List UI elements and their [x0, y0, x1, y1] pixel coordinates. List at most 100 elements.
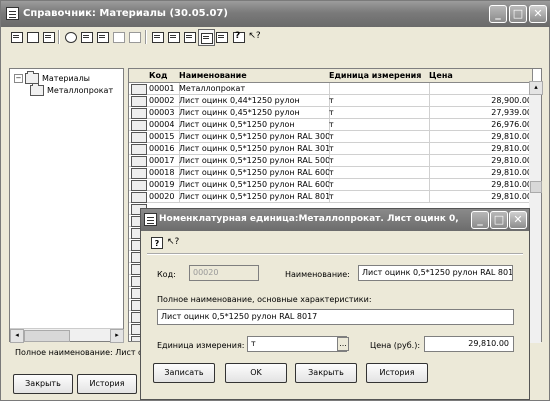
filter-icon[interactable]: [182, 29, 197, 44]
dialog-divider: [147, 253, 523, 254]
tree-panel[interactable]: − Материалы Металлопрокат: [9, 68, 124, 342]
table-row[interactable]: 00001 Металлопрокат: [129, 83, 541, 95]
table-cell: 00019: [147, 179, 180, 190]
dialog-close-action-button[interactable]: Закрыть: [295, 363, 357, 383]
table-cell: Лист оцинк 0,5*1250 рулон RAL 301: [179, 143, 330, 154]
collapse-icon[interactable]: −: [14, 74, 23, 83]
col-code-header[interactable]: Код: [147, 69, 180, 83]
unit-label: Единица измерения:: [157, 341, 245, 350]
col-unit-header[interactable]: Единица измерения: [327, 69, 430, 83]
new-item-icon[interactable]: [9, 29, 24, 44]
table-cell: [327, 83, 430, 94]
table-cell: т: [327, 167, 430, 178]
grid-scroll-thumb[interactable]: [530, 181, 542, 193]
col-price-header[interactable]: Цена: [427, 69, 533, 83]
grid-vertical-scrollbar[interactable]: ▴: [529, 81, 543, 343]
table-cell: 00018: [147, 167, 180, 178]
table-cell: Лист оцинк 0,5*1250 рулон: [177, 119, 330, 130]
table-cell: 00017: [147, 155, 180, 166]
table-cell: т: [327, 107, 430, 118]
table-cell: 29,810.00: [427, 155, 536, 166]
scroll-right-icon[interactable]: ▸: [110, 329, 124, 343]
price-field[interactable]: 29,810.00: [424, 336, 514, 352]
table-row[interactable]: 00018 Лист оцинк 0,5*1250 рулон RAL 600: т…: [129, 167, 541, 179]
move-icon[interactable]: [111, 29, 126, 44]
code-field[interactable]: 00020: [189, 265, 259, 281]
name-field[interactable]: Лист оцинк 0,5*1250 рулон RAL 8017: [358, 265, 513, 281]
table-cell: 28,900.00: [427, 95, 536, 106]
table-cell: т: [327, 119, 430, 130]
save-button[interactable]: Записать: [153, 363, 215, 383]
table-row[interactable]: 00020 Лист оцинк 0,5*1250 рулон RAL 801 т 2…: [129, 191, 541, 203]
status-text: Полное наименование: Лист оц: [15, 348, 149, 357]
tree-node-root[interactable]: − Материалы: [14, 71, 90, 84]
hierarchy-icon[interactable]: [198, 29, 215, 46]
refresh-icon[interactable]: [166, 29, 181, 44]
unit-field[interactable]: т: [247, 336, 347, 352]
maximize-button[interactable]: □: [509, 5, 527, 23]
list-icon[interactable]: [214, 29, 229, 44]
tree-node-metal[interactable]: Металлопрокат: [30, 83, 113, 96]
print-icon[interactable]: [150, 29, 165, 44]
dialog-minimize-button[interactable]: _: [471, 211, 489, 229]
find-icon[interactable]: [63, 29, 78, 44]
table-cell: 26,976.00: [427, 119, 536, 130]
fullname-label: Полное наименование, основные характерис…: [157, 295, 372, 304]
dialog-title-bar[interactable]: Номенклатурная единица:Металлопрокат. Ли…: [141, 209, 529, 231]
tree-horizontal-scrollbar[interactable]: ◂ ▸: [10, 328, 124, 343]
dialog-history-button[interactable]: История: [366, 363, 428, 383]
delete-icon[interactable]: [95, 29, 110, 44]
item-icon: [131, 192, 147, 203]
code-label: Код:: [157, 270, 176, 279]
table-cell: 29,810.00: [427, 179, 536, 190]
scroll-up-icon[interactable]: ▴: [529, 81, 543, 95]
table-row[interactable]: 00016 Лист оцинк 0,5*1250 рулон RAL 301 т 2…: [129, 143, 541, 155]
edit-icon[interactable]: [79, 29, 94, 44]
scroll-left-icon[interactable]: ◂: [10, 329, 24, 343]
folder-icon: [131, 84, 147, 95]
dialog-maximize-button[interactable]: □: [490, 211, 508, 229]
table-cell: Металлопрокат: [177, 83, 330, 94]
toolbar: ? ↖?: [5, 29, 547, 47]
table-cell: 00001: [147, 83, 180, 94]
item-icon: [131, 96, 147, 107]
close-button[interactable]: Закрыть: [13, 374, 73, 394]
main-title-bar[interactable]: Справочник: Материалы (30.05.07) _ □ ✕: [1, 1, 550, 27]
col-name-header[interactable]: Наименование: [177, 69, 330, 83]
properties-icon[interactable]: [127, 29, 142, 44]
close-window-button[interactable]: ✕: [529, 5, 547, 23]
new-folder-icon[interactable]: [25, 29, 40, 44]
dialog-icon: [144, 213, 157, 226]
table-cell: т: [327, 143, 430, 154]
table-row[interactable]: 00003 Лист оцинк 0,45*1250 рулон т 27,939.0…: [129, 107, 541, 119]
history-button[interactable]: История: [77, 374, 137, 394]
help-icon[interactable]: ?: [231, 29, 246, 44]
table-row[interactable]: 00015 Лист оцинк 0,5*1250 рулон RAL 300! т…: [129, 131, 541, 143]
unit-select-button[interactable]: ...: [337, 337, 349, 351]
tree-node-root-label: Материалы: [42, 74, 90, 83]
minimize-button[interactable]: _: [489, 5, 507, 23]
ok-button[interactable]: OK: [225, 363, 287, 383]
table-cell: [427, 83, 536, 94]
window-title: Справочник: Материалы (30.05.07): [23, 8, 228, 19]
table-row[interactable]: 00019 Лист оцинк 0,5*1250 рулон RAL 600! т…: [129, 179, 541, 191]
dialog-help-icon[interactable]: ?: [151, 237, 163, 249]
dialog-context-help-icon[interactable]: ↖?: [167, 237, 179, 247]
table-cell: Лист оцинк 0,5*1250 рулон RAL 801: [179, 191, 330, 202]
table-row[interactable]: 00002 Лист оцинк 0,44*1250 рулон т 28,900.0…: [129, 95, 541, 107]
dialog-close-button[interactable]: ✕: [509, 211, 527, 229]
table-row[interactable]: 00017 Лист оцинк 0,5*1250 рулон RAL 500! т…: [129, 155, 541, 167]
price-label: Цена (руб.):: [370, 341, 421, 350]
dialog-title: Номенклатурная единица:Металлопрокат. Ли…: [159, 214, 459, 224]
fullname-field[interactable]: Лист оцинк 0,5*1250 рулон RAL 8017: [157, 309, 514, 325]
item-icon: [131, 144, 147, 155]
scroll-thumb[interactable]: [24, 330, 70, 342]
context-help-icon[interactable]: ↖?: [247, 29, 262, 44]
item-icon: [131, 120, 147, 131]
item-dialog: Номенклатурная единица:Металлопрокат. Ли…: [140, 208, 530, 400]
table-row[interactable]: 00004 Лист оцинк 0,5*1250 рулон т 26,976.00: [129, 119, 541, 131]
copy-icon[interactable]: [41, 29, 56, 44]
table-cell: Лист оцинк 0,44*1250 рулон: [177, 95, 330, 106]
table-cell: Лист оцинк 0,5*1250 рулон RAL 600!: [179, 179, 330, 190]
table-cell: т: [327, 155, 430, 166]
